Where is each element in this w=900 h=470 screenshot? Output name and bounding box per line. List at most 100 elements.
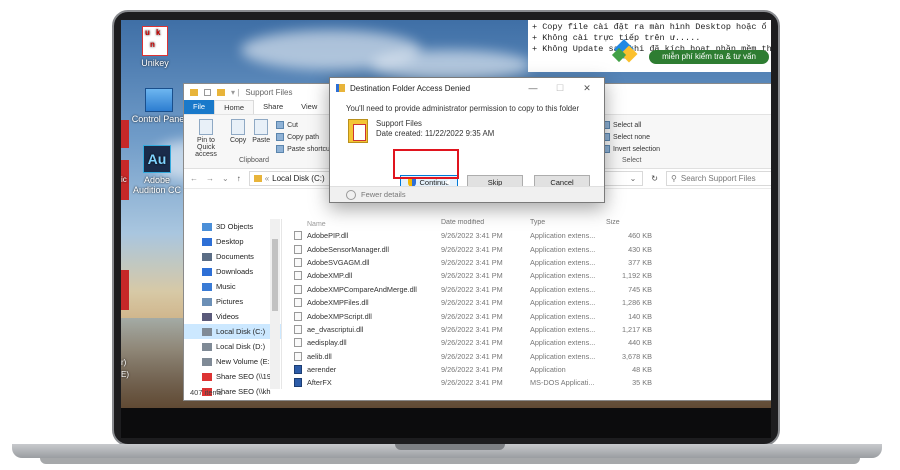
file-row[interactable]: ae_dvascriptui.dll 9/26/2022 3:41 PM Appli… bbox=[294, 323, 771, 336]
file-row[interactable]: AdobeSensorManager.dll 9/26/2022 3:41 PM A… bbox=[294, 242, 771, 255]
nav-item[interactable]: Documents bbox=[184, 249, 281, 264]
column-date[interactable]: Date modified bbox=[441, 219, 530, 229]
file-row[interactable]: aelib.dll 9/26/2022 3:41 PM Application ex… bbox=[294, 350, 771, 363]
search-input[interactable]: ⚲ Search Support Files bbox=[666, 171, 771, 186]
navigation-pane: 3D Objects Desktop Documents Downloads Music… bbox=[184, 219, 282, 396]
invert-selection-button[interactable]: Invert selection bbox=[602, 143, 660, 155]
file-date: 9/26/2022 3:41 PM bbox=[441, 257, 503, 267]
file-date: 9/26/2022 3:41 PM bbox=[441, 378, 503, 388]
scissors-icon bbox=[276, 121, 285, 129]
file-name: AdobeXMPScript.dll bbox=[307, 311, 372, 321]
nav-item-label: Pictures bbox=[216, 297, 244, 306]
file-row[interactable]: AdobeXMPScript.dll 9/26/2022 3:41 PM Appli… bbox=[294, 309, 771, 322]
tab-home[interactable]: Home bbox=[214, 100, 255, 114]
laptop-chin bbox=[121, 408, 771, 438]
nav-item[interactable]: 3D Objects bbox=[184, 219, 281, 234]
application-icon bbox=[294, 365, 302, 375]
folder-document-icon bbox=[348, 119, 368, 143]
tab-share[interactable]: Share bbox=[254, 100, 292, 114]
fewer-details-toggle[interactable]: Fewer details bbox=[330, 186, 604, 202]
dialog-message: You'll need to provide administrator per… bbox=[346, 104, 580, 113]
dll-file-icon bbox=[294, 324, 302, 334]
select-all-button[interactable]: Select all bbox=[602, 119, 660, 131]
nav-item-label: Videos bbox=[216, 312, 239, 321]
status-bar-count: 407 items bbox=[190, 388, 223, 397]
paste-shortcut-button[interactable]: Paste shortcut bbox=[276, 143, 332, 155]
file-name: AdobeSVGAGM.dll bbox=[307, 257, 370, 267]
back-arrow-icon[interactable]: ← bbox=[190, 174, 198, 183]
pin-quick-access-button[interactable]: Pin to Quick access bbox=[188, 119, 224, 158]
laptop-screen: ukn Unikey Control Panel Au Adobe Auditi… bbox=[121, 20, 771, 408]
cut-button[interactable]: Cut bbox=[276, 119, 332, 131]
file-row[interactable]: AdobeXMPCompareAndMerge.dll 9/26/2022 3:4… bbox=[294, 283, 771, 296]
copy-folder-icon bbox=[336, 84, 345, 92]
file-row[interactable]: AdobeXMPFiles.dll 9/26/2022 3:41 PM Applic… bbox=[294, 296, 771, 309]
column-type[interactable]: Type bbox=[530, 219, 606, 229]
nav-item-icon bbox=[202, 357, 212, 366]
select-all-label: Select all bbox=[613, 121, 642, 129]
laptop-base-shadow bbox=[40, 458, 860, 464]
nav-item[interactable]: New Volume (E:) bbox=[184, 354, 281, 369]
address-chevron-icon[interactable]: ⌄ bbox=[630, 174, 637, 183]
explorer-title: Support Files bbox=[245, 87, 293, 97]
refresh-icon[interactable]: ↻ bbox=[651, 174, 658, 183]
file-row[interactable]: AfterFX 9/26/2022 3:41 PM MS-DOS Applicati… bbox=[294, 376, 771, 389]
desktop-icon-unikey[interactable]: ukn Unikey bbox=[125, 26, 185, 68]
dll-file-icon bbox=[294, 257, 302, 267]
tab-view[interactable]: View bbox=[292, 100, 326, 114]
up-arrow-icon[interactable]: ↑ bbox=[237, 174, 241, 183]
file-row[interactable]: aedisplay.dll 9/26/2022 3:41 PM Applicatio… bbox=[294, 336, 771, 349]
column-name[interactable]: Name bbox=[294, 219, 441, 229]
pin-icon bbox=[199, 119, 213, 135]
dialog-title-bar: Destination Folder Access Denied — ☐ ✕ bbox=[330, 78, 604, 98]
address-path: Local Disk (C:) bbox=[272, 174, 325, 183]
forward-arrow-icon[interactable]: → bbox=[206, 174, 214, 183]
copy-path-button[interactable]: Copy path bbox=[276, 131, 332, 143]
paste-button[interactable]: Paste bbox=[252, 119, 270, 144]
copy-button[interactable]: Copy bbox=[230, 119, 246, 144]
folder-icon bbox=[253, 175, 262, 182]
nav-item[interactable]: Music bbox=[184, 279, 281, 294]
column-size[interactable]: Size bbox=[606, 219, 652, 229]
note-line: + Không cài trực tiếp trên ư..... bbox=[532, 33, 701, 43]
nav-item[interactable]: Local Disk (D:) bbox=[184, 339, 281, 354]
file-name: AfterFX bbox=[307, 378, 332, 388]
file-row[interactable]: AdobePIP.dll 9/26/2022 3:41 PM Application… bbox=[294, 229, 771, 242]
dll-file-icon bbox=[294, 338, 302, 348]
nav-item[interactable]: Share SEO (\\192 bbox=[184, 369, 281, 384]
file-type: Application extens... bbox=[530, 257, 596, 267]
paste-shortcut-icon bbox=[276, 145, 285, 153]
file-type: Application extens... bbox=[530, 231, 596, 241]
select-none-label: Select none bbox=[613, 133, 650, 141]
file-row[interactable]: AdobeXMP.dll 9/26/2022 3:41 PM Application… bbox=[294, 269, 771, 282]
select-none-button[interactable]: Select none bbox=[602, 131, 660, 143]
file-name: aerender bbox=[307, 365, 337, 375]
close-icon[interactable]: ✕ bbox=[576, 83, 598, 94]
nav-item[interactable]: Downloads bbox=[184, 264, 281, 279]
nav-item-icon bbox=[202, 312, 212, 321]
note-line: + Copy file cài đặt ra màn hình Desktop … bbox=[532, 22, 767, 32]
file-name: AdobePIP.dll bbox=[307, 231, 349, 241]
file-row[interactable]: AdobeSVGAGM.dll 9/26/2022 3:41 PM Applicat… bbox=[294, 256, 771, 269]
file-name: AdobeXMP.dll bbox=[307, 271, 353, 281]
nav-item-icon bbox=[202, 372, 212, 381]
minimize-icon[interactable]: — bbox=[522, 83, 544, 93]
search-placeholder: Search Support Files bbox=[680, 174, 756, 183]
nav-scrollbar-thumb[interactable] bbox=[272, 239, 278, 311]
nav-item[interactable]: Videos bbox=[184, 309, 281, 324]
tab-file[interactable]: File bbox=[184, 100, 215, 114]
file-name: ae_dvascriptui.dll bbox=[307, 324, 364, 334]
nav-item[interactable]: Pictures bbox=[184, 294, 281, 309]
nav-item-label: Music bbox=[216, 282, 236, 291]
file-row[interactable]: aerender 9/26/2022 3:41 PM Application 48 K… bbox=[294, 363, 771, 376]
file-size: 1,286 KB bbox=[621, 298, 652, 308]
nav-item-icon bbox=[202, 222, 212, 231]
file-date: 9/26/2022 3:41 PM bbox=[441, 231, 503, 241]
recent-chevron-icon[interactable]: ⌄ bbox=[222, 174, 229, 183]
cut-label: Cut bbox=[287, 121, 299, 129]
nav-item[interactable]: Desktop bbox=[184, 234, 281, 249]
nav-item-label: Share SEO (\\kh bbox=[216, 387, 271, 396]
desktop-icon-control-panel[interactable]: Control Panel bbox=[129, 88, 189, 124]
nav-item[interactable]: Local Disk (C:) bbox=[184, 324, 281, 339]
desktop-icon-audition[interactable]: Au Adobe Audition CC bbox=[127, 145, 187, 195]
